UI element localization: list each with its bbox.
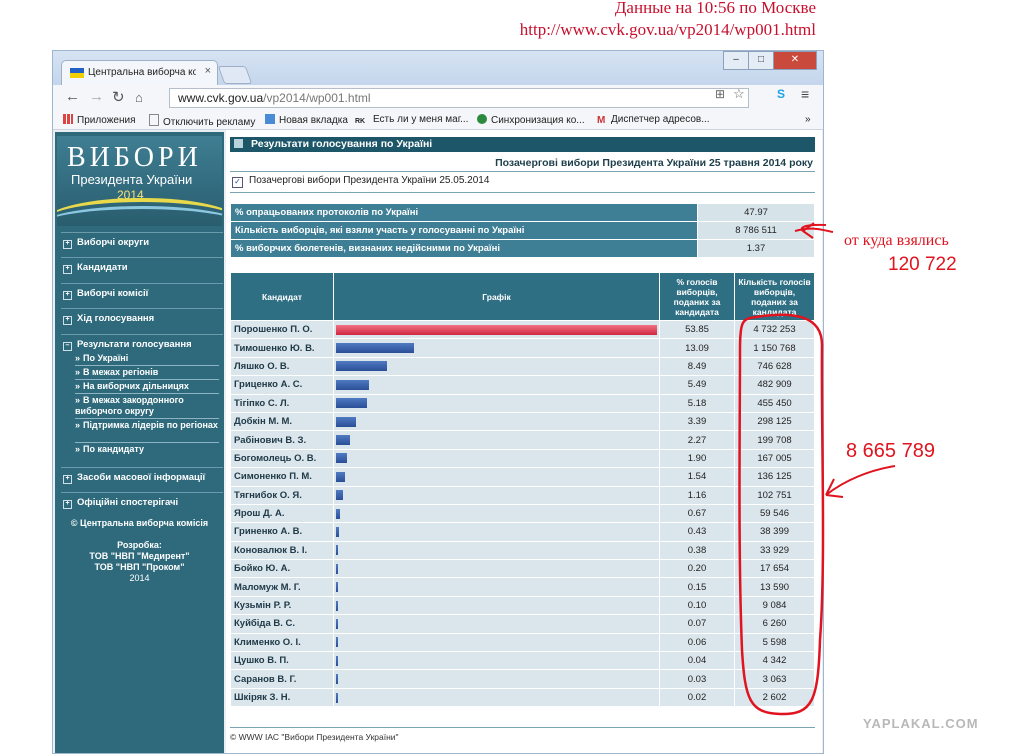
annotation-layer xyxy=(738,222,896,716)
annotation-oval xyxy=(738,313,825,716)
annotation-question-value: 120 722 xyxy=(888,254,957,275)
annotation-arrow-top xyxy=(794,223,834,233)
annotation-sum: 8 665 789 xyxy=(846,440,935,462)
annotation-arrow-sum xyxy=(825,465,896,498)
annotation-question: от куда взялись xyxy=(844,232,949,249)
watermark: YAPLAKAL.COM xyxy=(863,716,979,731)
